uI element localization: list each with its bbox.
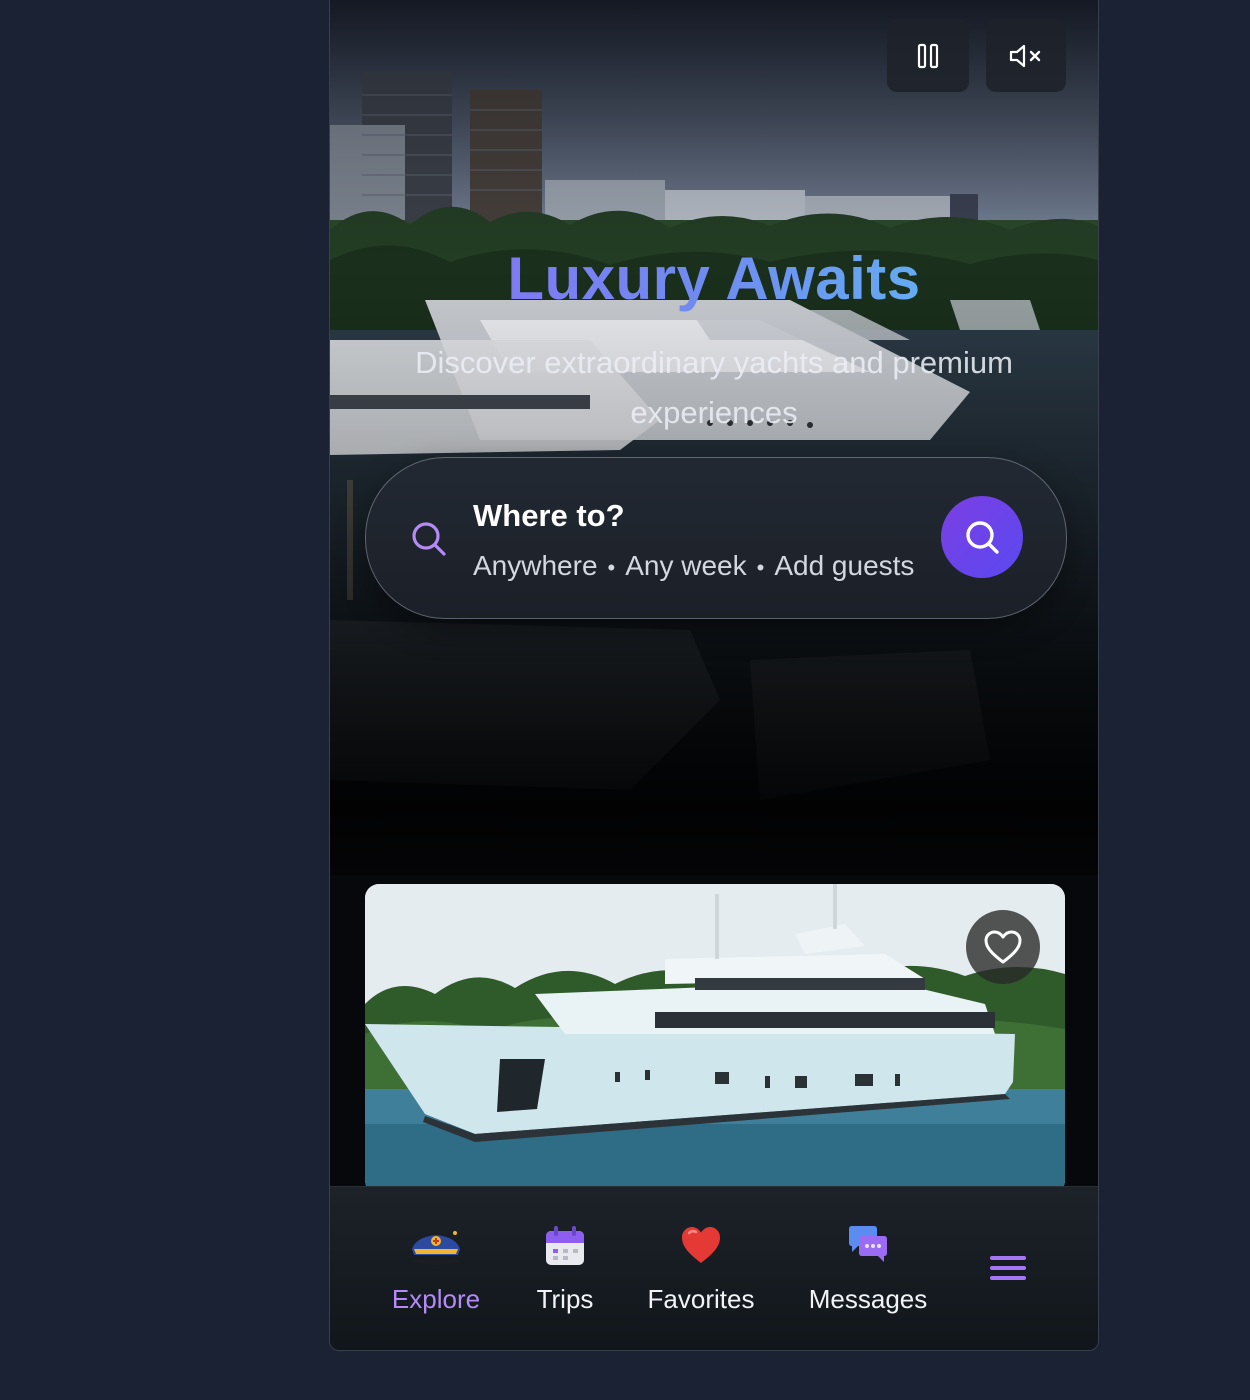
nav-item-messages[interactable]: Messages — [808, 1223, 928, 1315]
nav-item-favorites[interactable]: Favorites — [646, 1223, 756, 1315]
search-bar[interactable]: Where to? Anywhere • Any week • Add guests — [365, 457, 1067, 619]
nav-item-explore[interactable]: Explore — [390, 1223, 482, 1315]
search-submit-button[interactable] — [941, 496, 1023, 578]
nav-label-favorites: Favorites — [647, 1284, 755, 1314]
calendar-icon — [546, 1226, 584, 1265]
listing-card[interactable] — [365, 884, 1065, 1194]
search-icon — [412, 522, 446, 556]
nav-label-explore: Explore — [391, 1284, 481, 1314]
heart-outline-icon — [984, 930, 1022, 964]
search-summary: Anywhere • Any week • Add guests — [473, 550, 914, 582]
chat-bubbles-icon — [849, 1226, 887, 1262]
nav-item-trips[interactable]: Trips — [530, 1223, 600, 1315]
separator-dot: • — [756, 555, 765, 580]
nav-label-messages: Messages — [808, 1284, 928, 1314]
red-heart-icon — [682, 1227, 720, 1263]
search-where[interactable]: Anywhere — [473, 550, 598, 581]
hero-subtitle: Discover extraordinary yachts and premiu… — [415, 345, 1013, 430]
hamburger-menu-icon — [990, 1256, 1026, 1280]
favorite-button[interactable] — [966, 910, 1040, 984]
menu-button[interactable] — [988, 1252, 1028, 1289]
volume-mute-icon — [1009, 44, 1041, 67]
pause-button[interactable] — [887, 19, 969, 92]
search-title: Where to? — [473, 498, 625, 533]
yacht-explore-icon — [412, 1231, 460, 1265]
search-icon — [966, 521, 999, 554]
app-frame: Luxury Awaits Discover extraordinary yac… — [329, 0, 1099, 1351]
search-who[interactable]: Add guests — [774, 550, 914, 581]
yacht-photo — [365, 884, 1065, 1194]
nav-label-trips: Trips — [536, 1284, 594, 1314]
hero-title: Luxury Awaits — [330, 244, 1098, 313]
separator-dot: • — [607, 555, 616, 580]
pause-icon — [917, 43, 939, 68]
mute-button[interactable] — [986, 19, 1066, 92]
search-when[interactable]: Any week — [625, 550, 746, 581]
bottom-nav: Explore Trips Favorites Messages — [330, 1186, 1098, 1350]
hero-section: Luxury Awaits Discover extraordinary yac… — [330, 0, 1098, 875]
